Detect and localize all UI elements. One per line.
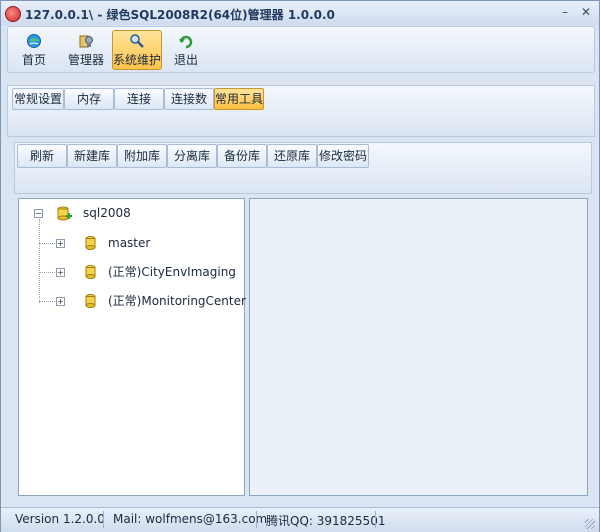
database-icon [85,294,96,308]
manager-button[interactable]: 管理器 [60,30,112,70]
tab-connection-count[interactable]: 连接数 [164,88,214,110]
maintenance-icon [130,34,144,48]
exit-button[interactable]: 退出 [164,30,208,70]
home-button[interactable]: 首页 [12,30,56,70]
refresh-button[interactable]: 刷新 [17,144,67,168]
home-button-label: 首页 [21,53,46,67]
new-database-button[interactable]: 新建库 [67,144,117,168]
mail-label: Mail: wolfmens@163.com [113,512,268,526]
tab-common-tools[interactable]: 常用工具 [214,88,264,110]
database-icon [85,236,96,250]
status-bar: Version 1.2.0.0 Mail: wolfmens@163.com 腾… [1,507,599,532]
status-divider [103,511,104,528]
collapse-toggle[interactable]: − [34,209,43,218]
main-toolbar: 首页 管理器 系统维护 退出 [7,26,595,73]
tree-item-label[interactable]: (正常)MonitoringCenter [108,292,246,310]
manager-button-label: 管理器 [67,53,104,67]
attach-database-button[interactable]: 附加库 [117,144,167,168]
title-bar: 127.0.0.1\ - 绿色SQL2008R2(64位)管理器 1.0.0.0… [1,1,599,25]
database-tree: − sql2008 + master + (正常)CityEnvImaging … [18,198,246,496]
change-password-button[interactable]: 修改密码 [317,144,369,168]
app-logo-icon [5,6,21,22]
window-title: 127.0.0.1\ - 绿色SQL2008R2(64位)管理器 1.0.0.0 [25,8,335,22]
tree-item-label[interactable]: (正常)CityEnvImaging [108,263,236,281]
detach-database-button[interactable]: 分离库 [167,144,217,168]
version-label: Version 1.2.0.0 [15,512,105,526]
qq-label: 腾讯QQ: 391825501 [266,514,386,528]
maintenance-button[interactable]: 系统维护 [112,30,162,70]
tree-root-label[interactable]: sql2008 [83,204,131,222]
status-divider [256,511,257,528]
tools-action-bar: 刷新 新建库 附加库 分离库 备份库 还原库 修改密码 [14,142,592,194]
backup-database-button[interactable]: 备份库 [217,144,267,168]
settings-tab-bar: 常规设置 内存 连接 连接数 常用工具 [7,85,595,137]
tab-connection[interactable]: 连接 [114,88,164,110]
resize-grip-icon[interactable] [585,519,595,529]
exit-button-label: 退出 [173,53,198,67]
exit-icon [179,35,193,49]
tab-memory[interactable]: 内存 [64,88,114,110]
tree-item-label[interactable]: master [108,234,150,252]
maintenance-button-label: 系统维护 [113,53,162,67]
detail-panel [249,198,588,496]
expand-toggle[interactable]: + [56,239,65,248]
manager-icon [79,35,93,48]
expand-toggle[interactable]: + [56,268,65,277]
minimize-button[interactable]: – [556,4,574,20]
main-window: 127.0.0.1\ - 绿色SQL2008R2(64位)管理器 1.0.0.0… [0,0,600,532]
server-icon [57,206,72,221]
status-divider [375,511,376,528]
tab-general-settings[interactable]: 常规设置 [12,88,64,110]
database-icon [85,265,96,279]
tree-connector [39,219,40,303]
home-icon [27,34,41,48]
expand-toggle[interactable]: + [56,297,65,306]
restore-database-button[interactable]: 还原库 [267,144,317,168]
close-button[interactable]: ✕ [577,4,595,20]
